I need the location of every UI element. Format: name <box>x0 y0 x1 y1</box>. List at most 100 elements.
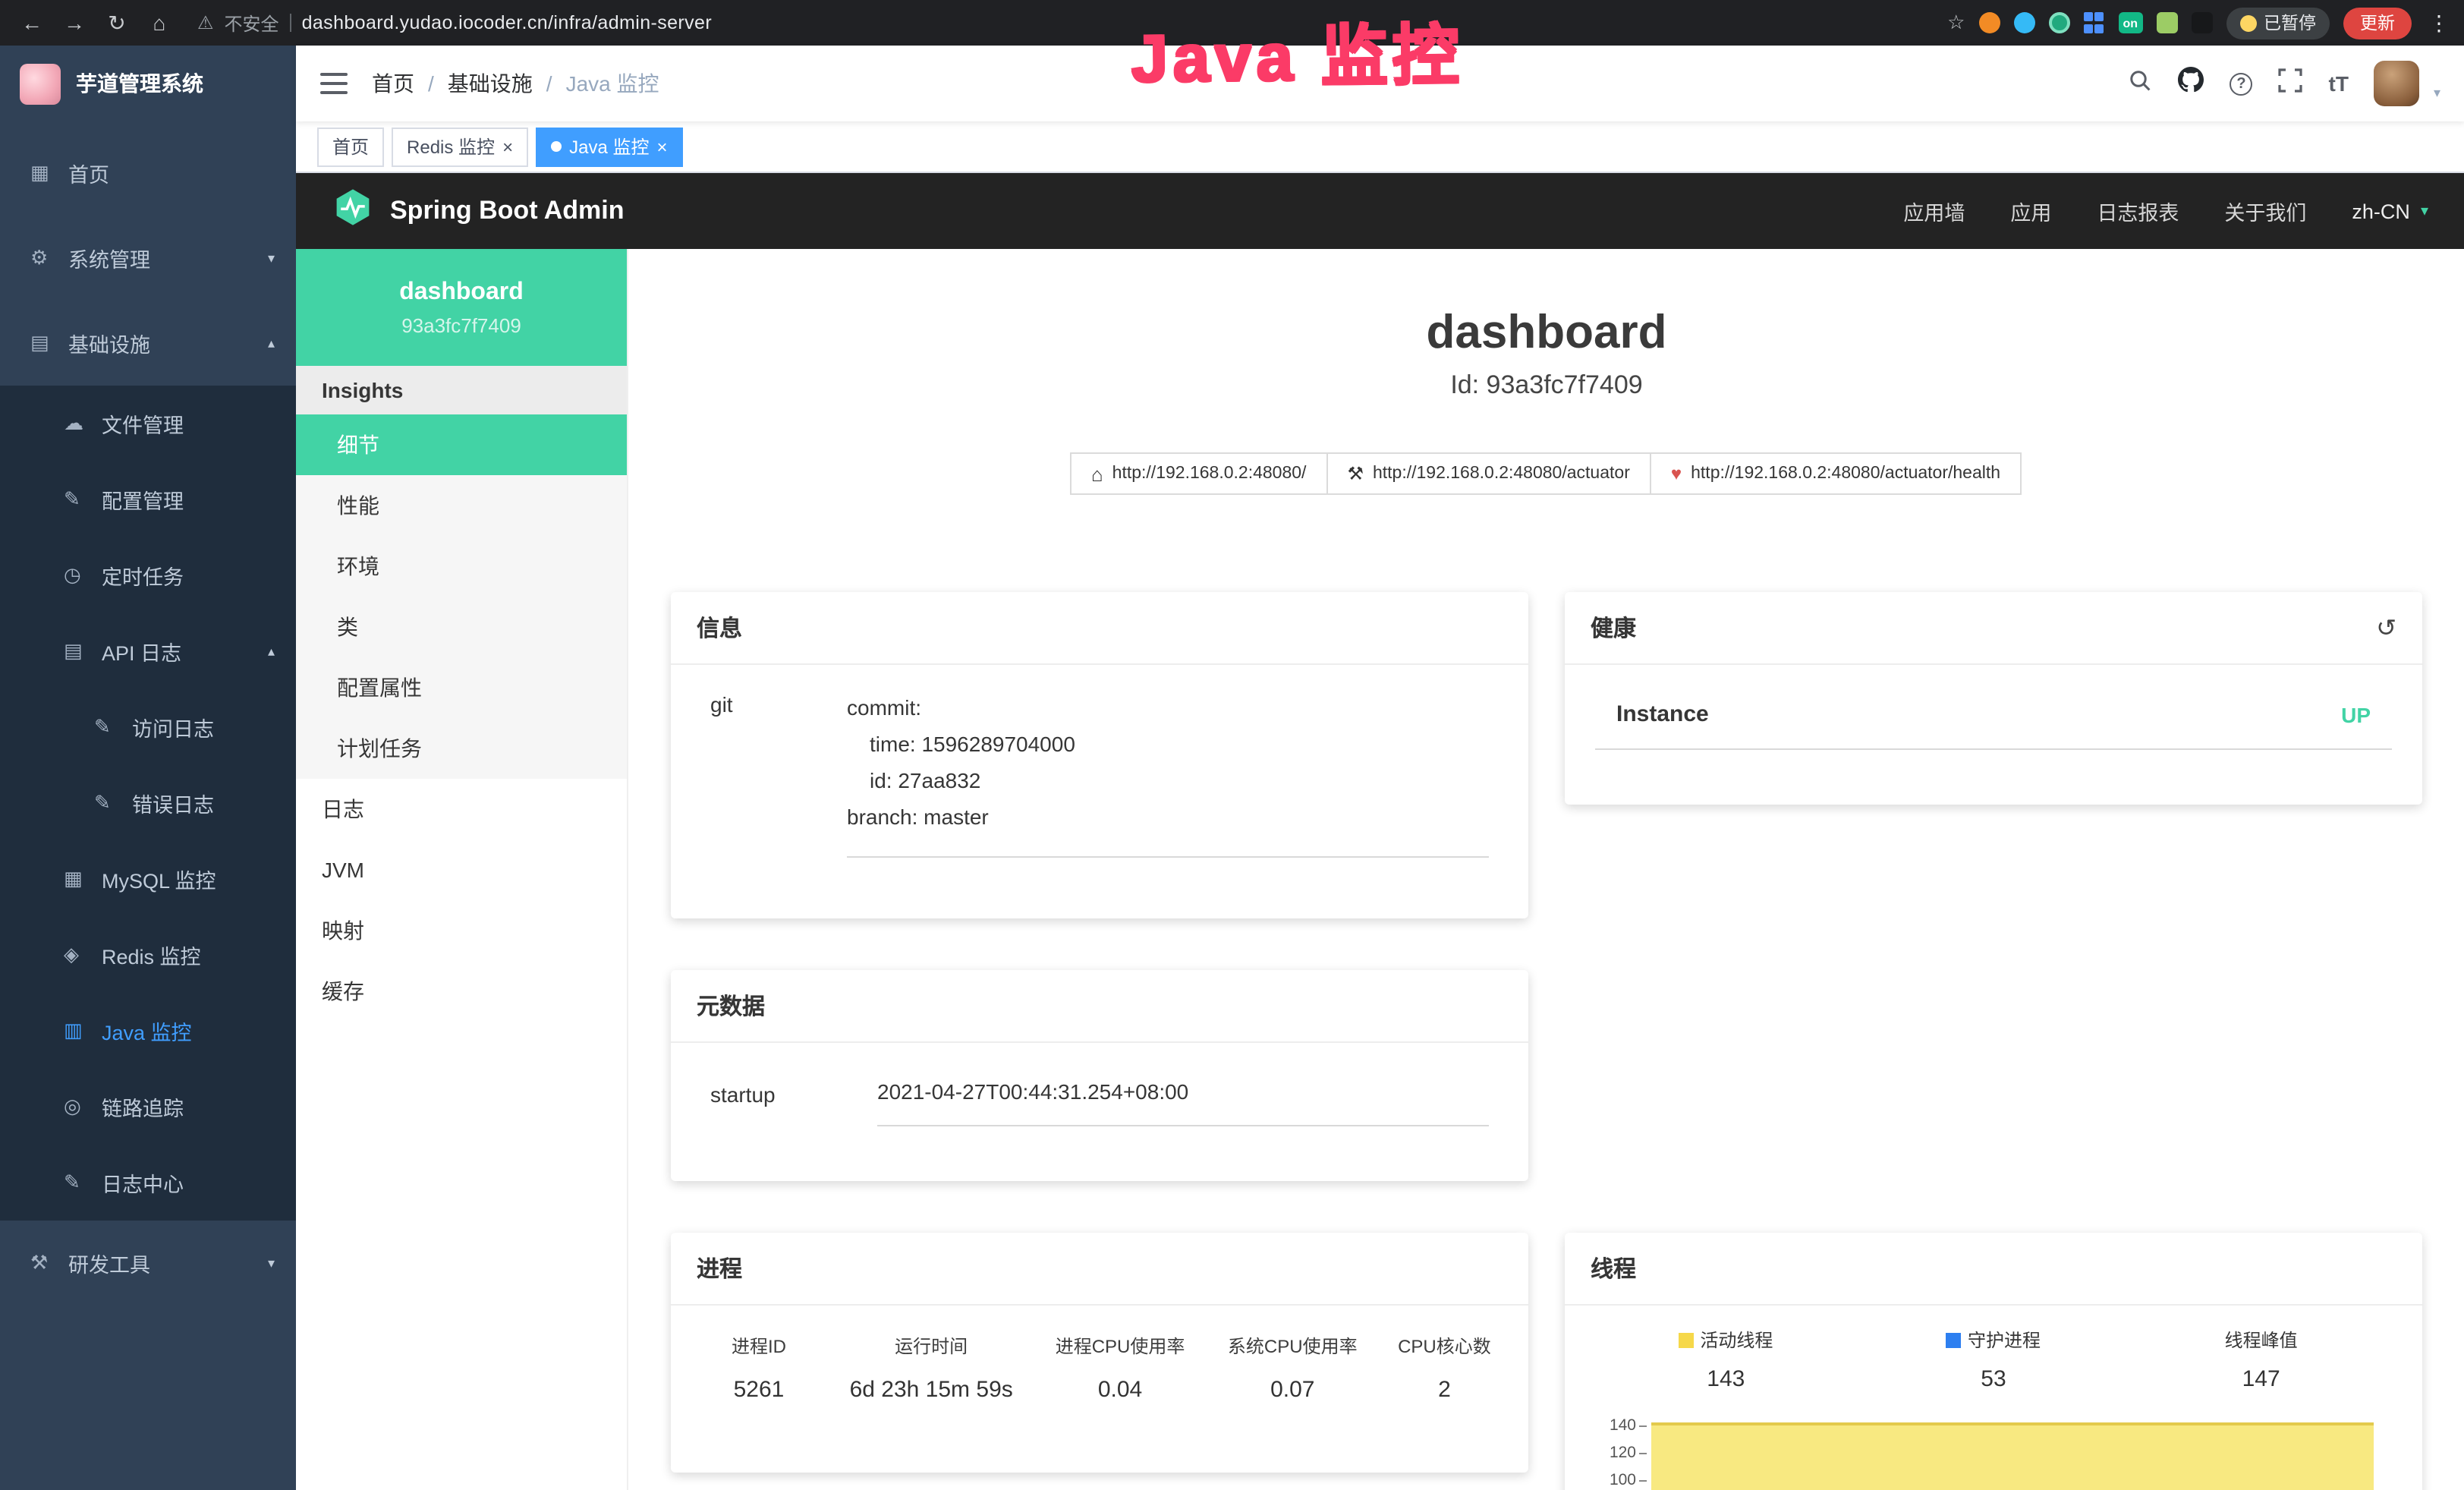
cards-grid: 信息 git commit: time: 1596289704000 id: 2… <box>671 592 2422 1490</box>
sba-nav-journal[interactable]: 日志报表 <box>2097 196 2179 226</box>
metadata-key: startup <box>710 1079 877 1107</box>
legend-live-threads: 活动线程 143 <box>1592 1327 1860 1392</box>
wrench-icon: ⚒ <box>1347 463 1364 484</box>
cloud-upload-icon: ☁ <box>64 411 97 436</box>
chrome-update-button[interactable]: 更新 <box>2343 7 2412 39</box>
sidebar-item-file-management[interactable]: ☁ 文件管理 <box>0 386 296 461</box>
sba-header: Spring Boot Admin 应用墙 应用 日志报表 关于我们 zh-CN… <box>296 173 2464 249</box>
sidebar-item-access-logs[interactable]: ✎ 访问日志 <box>0 689 296 765</box>
breadcrumb-infrastructure[interactable]: 基础设施 <box>448 68 533 99</box>
close-icon[interactable]: × <box>656 137 667 156</box>
home-button[interactable]: ⌂ <box>143 11 176 35</box>
instance-title: dashboard <box>628 304 2464 361</box>
sba-language-select[interactable]: zh-CN ▾ <box>2352 200 2428 222</box>
extension-icon-puzzle[interactable] <box>2191 12 2212 33</box>
sidebar-item-trace[interactable]: ◎ 链路追踪 <box>0 1069 296 1145</box>
info-card-body: git commit: time: 1596289704000 id: 27aa… <box>671 665 1528 918</box>
sba-item-jvm[interactable]: JVM <box>296 840 627 900</box>
process-header-process-cpu: 进程CPU使用率 <box>1034 1327 1206 1371</box>
sidebar-item-mysql-monitor[interactable]: ▦ MySQL 监控 <box>0 841 296 917</box>
sba-item-logs[interactable]: 日志 <box>296 779 627 840</box>
sba-item-classes[interactable]: 类 <box>296 597 627 657</box>
threads-legend: 活动线程 143 守护进程 <box>1592 1327 2395 1392</box>
sba-item-caches[interactable]: 缓存 <box>296 961 627 1022</box>
sba-nav: 应用墙 应用 日志报表 关于我们 zh-CN ▾ <box>1903 196 2428 226</box>
chevron-up-icon: ▴ <box>268 643 275 660</box>
breadcrumb: 首页 / 基础设施 / Java 监控 <box>372 68 659 99</box>
address-bar[interactable]: ⚠ 不安全 dashboard.yudao.iocoder.cn/infra/a… <box>185 5 1938 41</box>
extension-icon-circle[interactable] <box>2048 12 2069 33</box>
sidebar-item-config-management[interactable]: ✎ 配置管理 <box>0 461 296 537</box>
sba-nav-wallboard[interactable]: 应用墙 <box>1903 196 1965 226</box>
sba-item-details[interactable]: 细节 <box>296 414 627 475</box>
sidebar-item-infrastructure[interactable]: ▤ 基础设施 ▴ <box>0 301 296 386</box>
sba-item-environment[interactable]: 环境 <box>296 536 627 597</box>
bookmark-star-icon[interactable]: ☆ <box>1947 11 1965 35</box>
tag-java-monitor[interactable]: Java 监控 × <box>536 127 682 166</box>
sidebar-item-log-center[interactable]: ✎ 日志中心 <box>0 1145 296 1221</box>
sba-item-metrics[interactable]: 性能 <box>296 475 627 536</box>
sba-brand[interactable]: Spring Boot Admin <box>390 196 625 226</box>
back-button[interactable]: ← <box>15 11 49 35</box>
browser-actions: ☆ on 已暂停 更新 ⋮ <box>1947 7 2450 39</box>
sidebar-toggle-button[interactable] <box>320 73 348 94</box>
user-avatar[interactable] <box>2374 61 2420 106</box>
sba-instance-header[interactable]: dashboard 93a3fc7f7409 <box>296 249 627 366</box>
sidebar-item-java-monitor[interactable]: ▥ Java 监控 <box>0 993 296 1069</box>
search-icon[interactable] <box>2129 68 2153 99</box>
forward-button[interactable]: → <box>58 11 91 35</box>
process-header-system-cpu: 系统CPU使用率 <box>1207 1327 1379 1371</box>
history-icon[interactable]: ↺ <box>2376 613 2396 643</box>
log-edit-icon: ✎ <box>64 1170 97 1195</box>
extension-icon-leaf[interactable] <box>2156 12 2177 33</box>
extension-icon-on-toggle[interactable]: on <box>2118 12 2142 33</box>
paused-badge[interactable]: 已暂停 <box>2226 7 2330 39</box>
service-url-button[interactable]: ⌂ http://192.168.0.2:48080/ <box>1070 452 1328 495</box>
sba-nav-applications[interactable]: 应用 <box>2010 196 2051 226</box>
help-icon[interactable]: ? <box>2230 72 2253 95</box>
process-header-pid: 进程ID <box>689 1327 829 1371</box>
close-icon[interactable]: × <box>502 137 513 156</box>
heart-icon: ♥ <box>1671 463 1682 484</box>
health-url-button[interactable]: ♥ http://192.168.0.2:48080/actuator/heal… <box>1650 452 2022 495</box>
threads-chart: 140 120 100 <box>1592 1416 2395 1490</box>
security-label[interactable]: 不安全 <box>225 10 279 36</box>
fullscreen-icon[interactable] <box>2279 68 2303 99</box>
sidebar-item-dev-tools[interactable]: ⚒ 研发工具 ▾ <box>0 1221 296 1306</box>
sba-nav-about[interactable]: 关于我们 <box>2224 196 2306 226</box>
extension-icon-grid[interactable] <box>2083 12 2104 33</box>
database-icon: ▦ <box>64 867 97 891</box>
extension-icon-drop[interactable] <box>2013 12 2034 33</box>
chevron-down-icon: ▾ <box>2421 203 2428 219</box>
sidebar-item-home[interactable]: ▦ 首页 <box>0 131 296 216</box>
threads-card: 线程 活动线程 143 <box>1565 1233 2422 1490</box>
yellow-swatch-icon <box>1679 1332 1694 1347</box>
sidebar-item-error-logs[interactable]: ✎ 错误日志 <box>0 765 296 841</box>
tag-redis-monitor[interactable]: Redis 监控 × <box>392 127 528 166</box>
url-text[interactable]: dashboard.yudao.iocoder.cn/infra/admin-s… <box>302 12 713 33</box>
health-card-body: Instance UP <box>1565 665 2422 805</box>
font-size-icon[interactable]: tT <box>2329 71 2349 96</box>
metadata-value: 2021-04-27T00:44:31.254+08:00 <box>877 1079 1489 1126</box>
sidebar-item-scheduled-tasks[interactable]: ◷ 定时任务 <box>0 537 296 613</box>
sidebar-item-system-management[interactable]: ⚙ 系统管理 ▾ <box>0 216 296 301</box>
breadcrumb-home[interactable]: 首页 <box>372 68 414 99</box>
tag-home[interactable]: 首页 <box>317 127 384 166</box>
github-icon[interactable] <box>2179 67 2204 100</box>
process-header-uptime: 运行时间 <box>829 1327 1034 1371</box>
actuator-url-button[interactable]: ⚒ http://192.168.0.2:48080/actuator <box>1326 452 1651 495</box>
sidebar-item-api-logs[interactable]: ▤ API 日志 ▴ <box>0 613 296 689</box>
threads-chart-plot <box>1650 1416 2374 1490</box>
extension-icon-fox[interactable] <box>1978 12 2000 33</box>
browser-menu-button[interactable]: ⋮ <box>2428 10 2450 36</box>
system-cpu: 0.07 <box>1207 1371 1379 1409</box>
chevron-up-icon: ▴ <box>268 335 275 351</box>
legend-daemon-threads: 守护进程 53 <box>1860 1327 2128 1392</box>
app-logo-row: 芋道管理系统 <box>0 46 296 121</box>
reload-button[interactable]: ↻ <box>100 10 134 36</box>
sba-item-scheduled-tasks[interactable]: 计划任务 <box>296 718 627 779</box>
sba-item-mappings[interactable]: 映射 <box>296 900 627 961</box>
sba-item-config-props[interactable]: 配置属性 <box>296 657 627 718</box>
sidebar-item-redis-monitor[interactable]: ◈ Redis 监控 <box>0 917 296 993</box>
threads-card-body: 活动线程 143 守护进程 <box>1565 1306 2422 1490</box>
